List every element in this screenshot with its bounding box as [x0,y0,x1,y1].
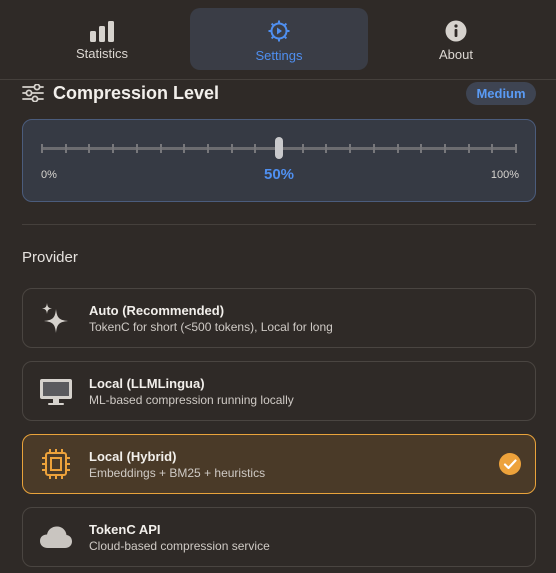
tab-about[interactable]: About [384,8,528,70]
slider-tick [301,144,304,153]
slider-tick [159,144,162,153]
provider-title: Provider [22,249,78,266]
compression-slider-thumb[interactable] [275,137,283,159]
monitor-icon [40,379,72,405]
provider-option-tokenc-api[interactable]: TokenC API Cloud-based compression servi… [22,507,536,567]
tab-settings-label: Settings [255,48,303,63]
bar-chart-icon [90,21,114,42]
slider-tick [349,144,352,153]
gear-icon [268,20,290,42]
provider-description: Embeddings + BM25 + heuristics [89,466,266,480]
slider-tick [467,144,470,153]
tab-statistics-label: Statistics [75,46,128,61]
section-divider [22,224,536,225]
provider-option-hybrid[interactable]: Local (Hybrid) Embeddings + BM25 + heuri… [22,434,536,494]
provider-description: ML-based compression running locally [89,393,294,407]
slider-tick [112,144,115,153]
tab-about-label: About [439,47,473,62]
compression-slider-card: 0% 50% 100% [22,119,536,202]
compression-header: Compression Level Medium [22,82,536,106]
sparkles-icon [42,303,68,333]
slider-tick [372,144,375,153]
selected-check-icon [499,453,521,475]
slider-tick [41,144,43,153]
provider-name: TokenC API [89,522,161,537]
slider-tick [396,144,399,153]
slider-tick [230,144,233,153]
slider-tick [420,144,423,153]
compression-level-badge: Medium [466,82,536,105]
tab-statistics[interactable]: Statistics [30,8,174,70]
provider-option-llmlingua[interactable]: Local (LLMLingua) ML-based compression r… [22,361,536,421]
provider-option-auto[interactable]: Auto (Recommended) TokenC for short (<50… [22,288,536,348]
compression-title: Compression Level [53,83,220,103]
slider-tick [88,144,91,153]
sliders-icon [22,84,44,102]
cpu-chip-icon [42,449,70,479]
provider-name: Local (LLMLingua) [89,376,205,391]
slider-tick [491,144,494,153]
slider-tick [206,144,209,153]
provider-description: Cloud-based compression service [89,539,270,553]
provider-name: Local (Hybrid) [89,449,177,464]
cloud-icon [40,526,72,548]
slider-value-label: 50% [263,166,295,183]
slider-tick [325,144,328,153]
slider-tick [443,144,446,153]
tab-bar: Statistics Settings About [0,0,556,80]
slider-tick [515,144,517,153]
slider-tick [183,144,186,153]
slider-tick [254,144,257,153]
info-icon [445,20,467,42]
provider-name: Auto (Recommended) [89,303,225,318]
slider-tick [64,144,67,153]
provider-description: TokenC for short (<500 tokens), Local fo… [89,320,333,334]
slider-max-label: 100% [490,169,519,181]
slider-tick [135,144,138,153]
tab-settings[interactable]: Settings [190,8,368,70]
